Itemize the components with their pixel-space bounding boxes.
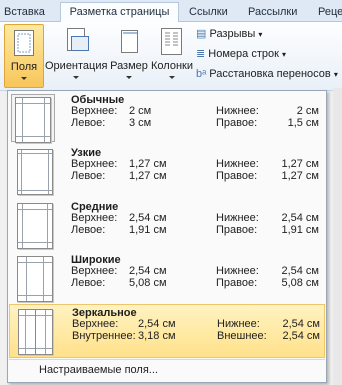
mirrored-pages-icon xyxy=(18,309,36,355)
hyphenation-icon: bᵃ xyxy=(196,68,207,80)
label-bottom: Нижнее: xyxy=(216,105,259,117)
size-icon xyxy=(121,30,138,53)
page-margins-icon xyxy=(17,149,53,195)
value-left: 5,08 см xyxy=(129,277,167,289)
value-top: 2,54 см xyxy=(129,265,167,277)
value-top: 1,27 см xyxy=(129,158,167,170)
tab-review[interactable]: Реце xyxy=(318,3,342,21)
value-inside: 3,18 см xyxy=(138,330,176,342)
columns-icon xyxy=(161,28,182,55)
orientation-button[interactable]: Ориентация xyxy=(45,26,107,86)
label-left: Левое: xyxy=(71,224,106,236)
margins-dropdown: Обычные Верхнее: 2 см Левое: 3 см Нижнее… xyxy=(7,90,327,383)
page-margins-icon xyxy=(17,256,53,302)
label-bottom: Нижнее: xyxy=(216,212,259,224)
label-bottom: Нижнее: xyxy=(217,318,260,330)
label-top: Верхнее: xyxy=(71,158,118,170)
fields-label: Поля xyxy=(10,61,38,73)
label-left: Левое: xyxy=(71,170,106,182)
fields-icon xyxy=(14,30,34,56)
label-right: Правое: xyxy=(216,224,258,236)
size-label: Размер xyxy=(110,60,148,72)
tab-insert[interactable]: Вставка xyxy=(4,3,45,21)
label-right: Правое: xyxy=(216,277,258,289)
orientation-icon xyxy=(67,28,89,51)
columns-label: Колонки xyxy=(151,60,193,72)
label-left: Левое: xyxy=(71,277,106,289)
margin-preset-mirrored[interactable]: Зеркальное Верхнее: 2,54 см Внутреннее: … xyxy=(9,304,325,358)
page-margins-icon xyxy=(17,203,53,249)
hyphenation-button[interactable]: bᵃ Расстановка переносов ▾ xyxy=(196,65,338,83)
value-bottom: 2,54 см xyxy=(281,265,319,277)
margin-preset-moderate[interactable]: Средние Верхнее: 2,54 см Левое: 1,91 см … xyxy=(9,199,325,251)
label-left: Левое: xyxy=(71,117,106,129)
hyphenation-label: Расстановка переносов xyxy=(209,68,331,80)
tab-mailings[interactable]: Рассылки xyxy=(248,3,297,21)
margin-preset-wide[interactable]: Широкие Верхнее: 2,54 см Левое: 5,08 см … xyxy=(9,252,325,304)
value-right: 1,91 см xyxy=(281,224,319,236)
value-right: 1,5 см xyxy=(287,117,319,129)
value-outside: 2,54 см xyxy=(282,330,320,342)
value-left: 1,91 см xyxy=(129,224,167,236)
line-numbers-icon: ≣ xyxy=(196,48,206,60)
mirrored-pages-icon xyxy=(35,309,53,355)
label-top: Верхнее: xyxy=(71,212,118,224)
ribbon-page-setup-group: Поля Ориентация Размер Колонки ▤ Разрывы… xyxy=(0,22,342,91)
chevron-down-icon xyxy=(150,74,194,79)
chevron-down-icon xyxy=(110,74,148,79)
line-numbers-label: Номера строк xyxy=(208,48,279,60)
breaks-label: Разрывы xyxy=(209,28,256,40)
label-right: Правое: xyxy=(216,170,258,182)
custom-margins-label: Настраиваемые поля... xyxy=(39,364,158,376)
tab-references[interactable]: Ссылки xyxy=(189,3,228,21)
scrollbar[interactable] xyxy=(333,88,342,385)
margin-preset-normal[interactable]: Обычные Верхнее: 2 см Левое: 3 см Нижнее… xyxy=(9,92,325,144)
chevron-down-icon xyxy=(45,74,107,79)
value-bottom: 2 см xyxy=(296,105,319,117)
label-top: Верхнее: xyxy=(71,105,118,117)
orientation-label: Ориентация xyxy=(45,60,108,72)
value-left: 1,27 см xyxy=(129,170,167,182)
size-button[interactable]: Размер xyxy=(110,26,148,86)
chevron-down-icon xyxy=(5,75,43,80)
margin-preset-narrow[interactable]: Узкие Верхнее: 1,27 см Левое: 1,27 см Ни… xyxy=(9,145,325,197)
chevron-down-icon: ▾ xyxy=(333,70,338,79)
page-margins-icon xyxy=(15,97,51,143)
value-top: 2,54 см xyxy=(129,212,167,224)
custom-margins-item[interactable]: Настраиваемые поля... xyxy=(9,359,325,382)
chevron-down-icon: ▾ xyxy=(258,30,263,39)
label-inside: Внутреннее: xyxy=(72,330,136,342)
fields-button[interactable]: Поля xyxy=(4,24,44,88)
ribbon-tab-bar: Вставка Разметка страницы Ссылки Рассылк… xyxy=(0,0,342,22)
breaks-icon: ▤ xyxy=(196,28,207,40)
label-top: Верхнее: xyxy=(72,318,119,330)
value-bottom: 1,27 см xyxy=(281,158,319,170)
value-bottom: 2,54 см xyxy=(282,318,320,330)
value-top: 2,54 см xyxy=(138,318,176,330)
tab-page-layout[interactable]: Разметка страницы xyxy=(60,2,179,22)
value-bottom: 2,54 см xyxy=(281,212,319,224)
value-left: 3 см xyxy=(129,117,152,129)
label-right: Правое: xyxy=(216,117,258,129)
label-top: Верхнее: xyxy=(71,265,118,277)
label-bottom: Нижнее: xyxy=(216,158,259,170)
value-right: 1,27 см xyxy=(281,170,319,182)
value-top: 2 см xyxy=(129,105,152,117)
value-right: 5,08 см xyxy=(281,277,319,289)
columns-button[interactable]: Колонки xyxy=(150,26,194,86)
line-numbers-button[interactable]: ≣ Номера строк ▾ xyxy=(196,45,286,63)
breaks-button[interactable]: ▤ Разрывы ▾ xyxy=(196,25,262,43)
chevron-down-icon: ▾ xyxy=(281,50,286,59)
label-outside: Внешнее: xyxy=(217,330,267,342)
label-bottom: Нижнее: xyxy=(216,265,259,277)
